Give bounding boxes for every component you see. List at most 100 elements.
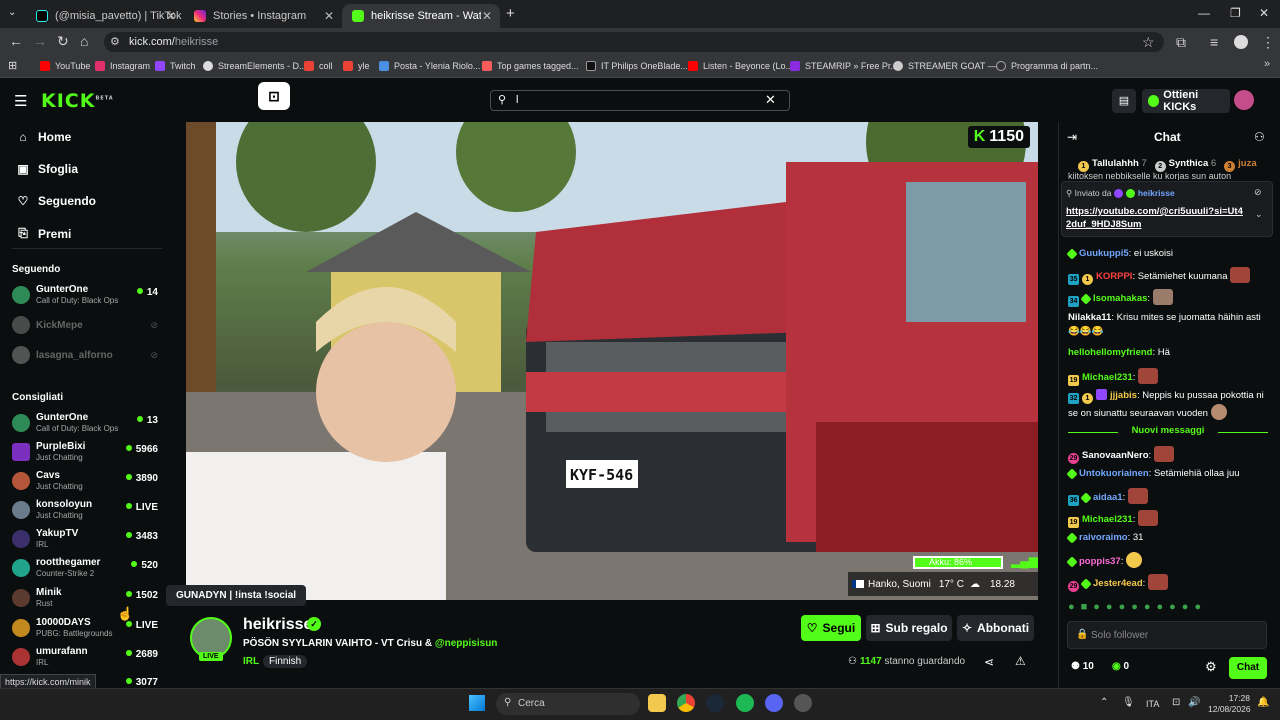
recommended-channel[interactable]: Minik Rust 1502 [12, 587, 162, 613]
menu-icon[interactable]: ⋮ [1261, 34, 1275, 51]
follow-button[interactable]: ♡ Segui [801, 615, 861, 641]
gifter-name[interactable]: juza [1238, 158, 1256, 169]
chat-username[interactable]: jjjabis [1110, 390, 1137, 401]
close-window-icon[interactable]: ✕ [1259, 6, 1269, 20]
recommended-channel[interactable]: Cavs Just Chatting 3890 [12, 470, 162, 496]
chat-username[interactable]: Michael231 [1082, 372, 1133, 383]
chat-users-icon[interactable]: ⚇ [1254, 130, 1265, 144]
profile-avatar[interactable] [1234, 35, 1248, 49]
chat-username[interactable]: raivoraimo [1079, 532, 1128, 543]
clock[interactable]: 17:28 12/08/2026 [1208, 693, 1251, 715]
chat-settings-icon[interactable]: ⚙ [1205, 659, 1217, 675]
emote-bar[interactable]: ●■●●●●●●●●● [1068, 601, 1207, 613]
volume-icon[interactable]: 🔊 [1188, 697, 1200, 708]
tab-kick[interactable]: heikrisse Stream - Watch Li ✕ [342, 4, 500, 28]
tab-instagram[interactable]: Stories • Instagram ✕ [184, 4, 342, 28]
extensions-icon[interactable]: ⧉ [1176, 34, 1186, 51]
new-tab-icon[interactable]: + [506, 5, 515, 22]
user-avatar[interactable] [1234, 90, 1254, 110]
close-tab-icon[interactable]: ✕ [166, 9, 176, 23]
chat-username[interactable]: Isomahakas [1093, 293, 1147, 304]
close-tab-icon[interactable]: ✕ [324, 9, 334, 23]
collapse-chat-icon[interactable]: ⇥ [1067, 130, 1077, 144]
bookmark-star-icon[interactable]: ☆ [1142, 34, 1155, 51]
pinned-by[interactable]: heikrisse [1138, 188, 1175, 198]
maximize-icon[interactable]: ❐ [1230, 6, 1241, 20]
bookmark-topgames[interactable]: Top games tagged... [482, 61, 579, 71]
nav-following[interactable]: ♡ Seguendo [16, 194, 96, 208]
site-info-icon[interactable]: ⚙ [110, 35, 120, 48]
following-channel-offline[interactable]: lasagna_alforno ⊘ [12, 344, 162, 370]
reload-icon[interactable]: ↻ [57, 33, 69, 50]
bookmark-philips[interactable]: IT Philips OneBlade... [586, 61, 688, 71]
recommended-channel[interactable]: 10000DAYS PUBG: Battlegrounds LIVE [12, 617, 162, 643]
nav-browse[interactable]: ▣ Sfoglia [16, 162, 78, 176]
chat-username[interactable]: Untokuoriainen [1079, 468, 1149, 479]
pinned-link[interactable]: https://youtube.com/@cri5uuuli?si=Ut42du… [1066, 205, 1246, 231]
points-display[interactable]: ⚉ 10 [1071, 661, 1094, 672]
bookmark-posta[interactable]: Posta - Ylenia Riolo... [379, 61, 480, 71]
bookmark-yle[interactable]: yle [343, 61, 370, 71]
tab-search-icon[interactable]: ⌄ [8, 7, 16, 18]
gift-sub-button[interactable]: ⊞ Sub regalo [866, 615, 952, 641]
chat-send-button[interactable]: Chat [1229, 657, 1267, 679]
bookmark-youtube[interactable]: YouTube [40, 61, 90, 71]
chat-input[interactable]: 🔒 Solo follower [1067, 621, 1267, 649]
back-icon[interactable]: ← [9, 33, 23, 49]
discord-icon[interactable] [765, 694, 783, 712]
clear-search-icon[interactable]: ✕ [765, 92, 776, 108]
tab-tiktok[interactable]: (@misia_pavetto) | TikTok ✕ [26, 4, 184, 28]
network-icon[interactable]: ⊡ [1172, 697, 1180, 708]
tray-chevron-icon[interactable]: ⌃ [1100, 697, 1108, 708]
media-icon[interactable]: ≡ [1210, 34, 1218, 50]
chat-username[interactable]: Guukuppi5 [1079, 248, 1129, 259]
title-mention[interactable]: @neppisisun [435, 638, 498, 649]
chat-username[interactable]: KORPPI [1096, 271, 1132, 282]
taskbar-search[interactable]: ⚲ Cerca [496, 693, 640, 715]
creator-icon[interactable]: ⊡ [258, 82, 290, 110]
chat-username[interactable]: hellohellomyfriend [1068, 347, 1152, 358]
bookmark-twitch[interactable]: Twitch [155, 61, 196, 71]
start-icon[interactable] [469, 695, 485, 711]
following-channel[interactable]: GunterOne Call of Duty: Black Ops 14 [12, 284, 162, 310]
report-icon[interactable]: ⚠ [1015, 654, 1026, 668]
recommended-channel[interactable]: YakupTV IRL 3483 [12, 528, 162, 554]
gifter-name[interactable]: Synthica [1169, 158, 1209, 169]
apps-icon[interactable]: ⊞ [8, 59, 17, 72]
recommended-channel[interactable]: konsoloyun Just Chatting LIVE [12, 499, 162, 525]
bookmark-coll[interactable]: coll [304, 61, 333, 71]
search-input[interactable] [490, 90, 790, 111]
chat-username[interactable]: Nilakka11 [1068, 312, 1111, 323]
bookmark-partner[interactable]: Programma di partn... [996, 61, 1098, 71]
chat-username[interactable]: SanovaanNero [1082, 450, 1149, 461]
recommended-channel[interactable]: PurpleBixi Just Chatting 5966 [12, 441, 162, 467]
home-browser-icon[interactable]: ⌂ [80, 33, 88, 49]
forward-icon[interactable]: → [33, 33, 47, 49]
recommended-channel[interactable]: umurafann IRL 2689 [12, 646, 162, 672]
mic-icon[interactable]: 🎙 [1122, 697, 1135, 708]
share-icon[interactable]: ⋖ [984, 655, 994, 669]
bookmark-streamelements[interactable]: StreamElements - D... [203, 61, 307, 71]
settings-icon[interactable] [794, 694, 812, 712]
new-messages-divider[interactable]: Nuovi messaggi [1068, 425, 1268, 436]
stream-category[interactable]: IRL [243, 656, 259, 667]
chat-username[interactable]: poppis37 [1079, 556, 1121, 567]
file-explorer-icon[interactable] [648, 694, 666, 712]
minimize-icon[interactable]: — [1198, 6, 1210, 20]
kicks-display[interactable]: ◉ 0 [1112, 661, 1129, 672]
unpin-icon[interactable]: ⊘ [1254, 187, 1262, 198]
video-player[interactable]: K 1150 KYF-546 Akku: 86% ▂▄▆ Hanko, Suomi… [186, 122, 1038, 600]
recommended-channel[interactable]: rootthegamer Counter-Strike 2 520 [12, 557, 162, 583]
bookmark-steamrip[interactable]: STEAMRIP » Free Pr... [790, 61, 898, 71]
chat-username[interactable]: Michael231 [1082, 514, 1133, 525]
bookmark-streamergoat[interactable]: STREAMER GOAT —... [893, 61, 1004, 71]
dashboard-icon[interactable]: ▤ [1112, 89, 1136, 113]
expand-icon[interactable]: ⌄ [1255, 209, 1263, 220]
steam-icon[interactable] [706, 694, 724, 712]
nav-home[interactable]: ⌂ Home [16, 130, 71, 144]
chat-username[interactable]: Jester4ead [1093, 578, 1143, 589]
chat-username[interactable]: aidaa1 [1093, 492, 1123, 503]
hamburger-menu-icon[interactable]: ☰ [14, 92, 27, 110]
bookmark-instagram[interactable]: Instagram [95, 61, 150, 71]
subscribe-button[interactable]: ✧ Abbonati [957, 615, 1034, 641]
